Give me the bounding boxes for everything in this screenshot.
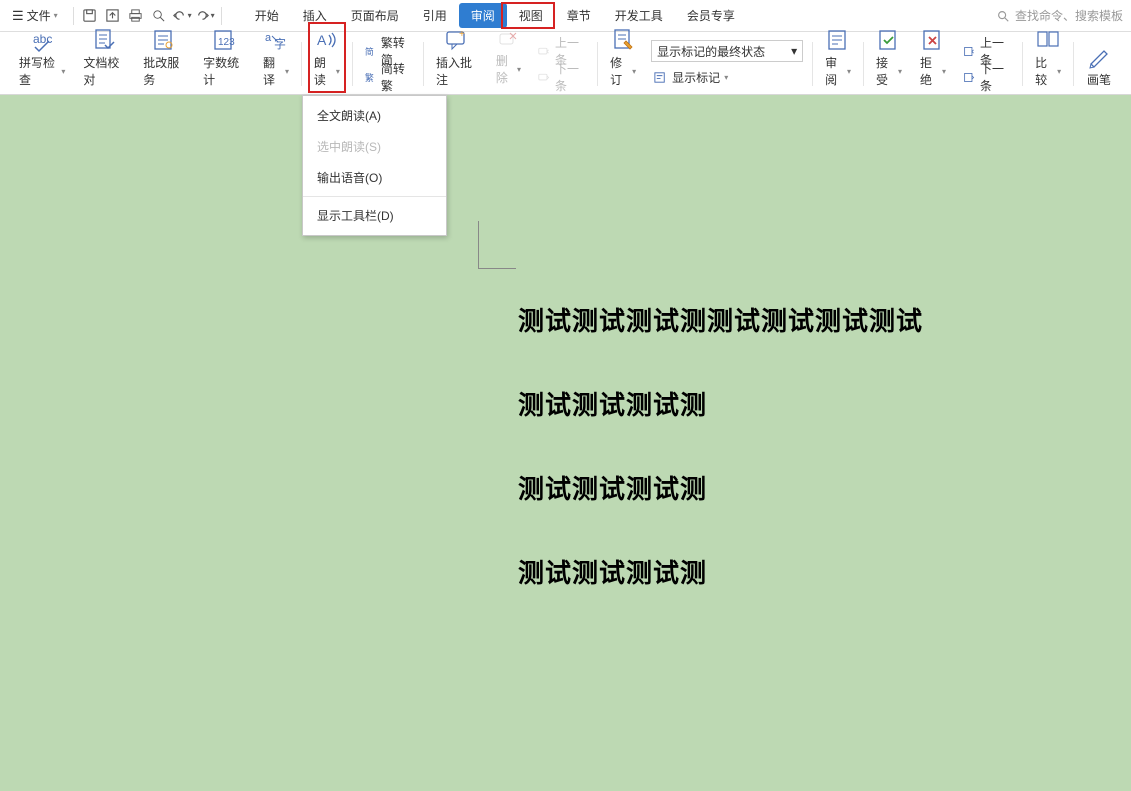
search-icon bbox=[996, 9, 1010, 23]
ribbon: abc拼写检查▾ 文档校对 批改服务 123字数统计 a字翻译▾ A朗读▾ 简繁… bbox=[0, 32, 1131, 95]
tab-pagelayout[interactable]: 页面布局 bbox=[339, 3, 411, 28]
print-preview-button[interactable] bbox=[148, 5, 170, 27]
markup-state-select[interactable]: 显示标记的最终状态▾ bbox=[651, 40, 803, 62]
document-area[interactable]: 测试测试测试测测试测试测试测试 测试测试测试测 测试测试测试测 测试测试测试测 bbox=[0, 95, 1131, 791]
dropdown-output-voice[interactable]: 输出语音(O) bbox=[303, 162, 446, 193]
show-markup-button[interactable]: 显示标记▾ bbox=[651, 66, 803, 88]
svg-text:繁: 繁 bbox=[365, 71, 374, 82]
svg-text:简: 简 bbox=[365, 45, 374, 56]
separator bbox=[303, 196, 446, 197]
hamburger-icon: ☰ bbox=[12, 8, 24, 24]
reject-button[interactable]: 拒绝▾ bbox=[917, 25, 949, 90]
approval-button[interactable]: 批改服务 bbox=[140, 25, 188, 90]
separator bbox=[73, 7, 74, 25]
svg-text:A: A bbox=[317, 32, 327, 48]
dropdown-show-toolbar[interactable]: 显示工具栏(D) bbox=[303, 200, 446, 231]
dropdown-read-selection: 选中朗读(S) bbox=[303, 131, 446, 162]
prev-comment-button[interactable]: 上一条 bbox=[536, 40, 588, 62]
read-aloud-dropdown: 全文朗读(A) 选中朗读(S) 输出语音(O) 显示工具栏(D) bbox=[302, 95, 447, 236]
chevron-down-icon: ▾ bbox=[54, 11, 58, 20]
translate-button[interactable]: a字翻译▾ bbox=[260, 25, 292, 90]
next-comment-button[interactable]: 下一条 bbox=[536, 66, 588, 88]
document-page[interactable]: 测试测试测试测测试测试测试测试 测试测试测试测 测试测试测试测 测试测试测试测 bbox=[138, 95, 1131, 791]
simplified-to-traditional-button[interactable]: 繁简转繁 bbox=[362, 66, 414, 88]
export-button[interactable] bbox=[102, 5, 124, 27]
insert-comment-button[interactable]: +插入批注 bbox=[433, 25, 481, 90]
doc-line-2[interactable]: 测试测试测试测 bbox=[518, 385, 707, 422]
compare-button[interactable]: 比较▾ bbox=[1032, 25, 1064, 90]
svg-text:123: 123 bbox=[218, 37, 235, 48]
review-button[interactable]: 审阅▾ bbox=[822, 25, 854, 90]
header-boundary-mark bbox=[478, 221, 516, 269]
print-button[interactable] bbox=[125, 5, 147, 27]
svg-text:a: a bbox=[265, 32, 272, 44]
file-menu[interactable]: ☰ 文件 ▾ bbox=[8, 5, 62, 26]
doc-line-1[interactable]: 测试测试测试测测试测试测试测试 bbox=[518, 301, 923, 338]
separator bbox=[221, 7, 222, 25]
tab-member[interactable]: 会员专享 bbox=[675, 3, 747, 28]
svg-text:字: 字 bbox=[274, 36, 286, 51]
search-input[interactable]: 查找命令、搜索模板 bbox=[996, 7, 1123, 24]
svg-text:+: + bbox=[459, 29, 465, 40]
doc-line-4[interactable]: 测试测试测试测 bbox=[518, 553, 707, 590]
wordcount-button[interactable]: 123字数统计 bbox=[200, 25, 248, 90]
read-aloud-button[interactable]: A朗读▾ bbox=[311, 25, 343, 90]
proofread-button[interactable]: 文档校对 bbox=[80, 25, 128, 90]
quick-access-toolbar: ▾ ▾ bbox=[79, 5, 216, 27]
undo-button[interactable]: ▾ bbox=[171, 5, 193, 27]
accept-button[interactable]: 接受▾ bbox=[873, 25, 905, 90]
tab-view[interactable]: 视图 bbox=[507, 3, 555, 28]
svg-text:abc: abc bbox=[33, 32, 52, 46]
doc-line-3[interactable]: 测试测试测试测 bbox=[518, 469, 707, 506]
track-changes-button[interactable]: 修订▾ bbox=[607, 25, 639, 90]
tab-chapter[interactable]: 章节 bbox=[555, 3, 603, 28]
spellcheck-button[interactable]: abc拼写检查▾ bbox=[16, 25, 68, 90]
delete-comment-button[interactable]: 删除▾ bbox=[493, 29, 524, 88]
dropdown-read-all[interactable]: 全文朗读(A) bbox=[303, 100, 446, 131]
redo-button[interactable]: ▾ bbox=[194, 5, 216, 27]
traditional-to-simplified-button[interactable]: 简繁转简 bbox=[362, 40, 414, 62]
file-label: 文件 bbox=[27, 7, 51, 24]
next-change-button[interactable]: 下一条 bbox=[961, 66, 1013, 88]
prev-change-button[interactable]: 上一条 bbox=[961, 40, 1013, 62]
search-placeholder: 查找命令、搜索模板 bbox=[1015, 7, 1123, 24]
pen-button[interactable]: 画笔 bbox=[1083, 42, 1115, 90]
save-button[interactable] bbox=[79, 5, 101, 27]
